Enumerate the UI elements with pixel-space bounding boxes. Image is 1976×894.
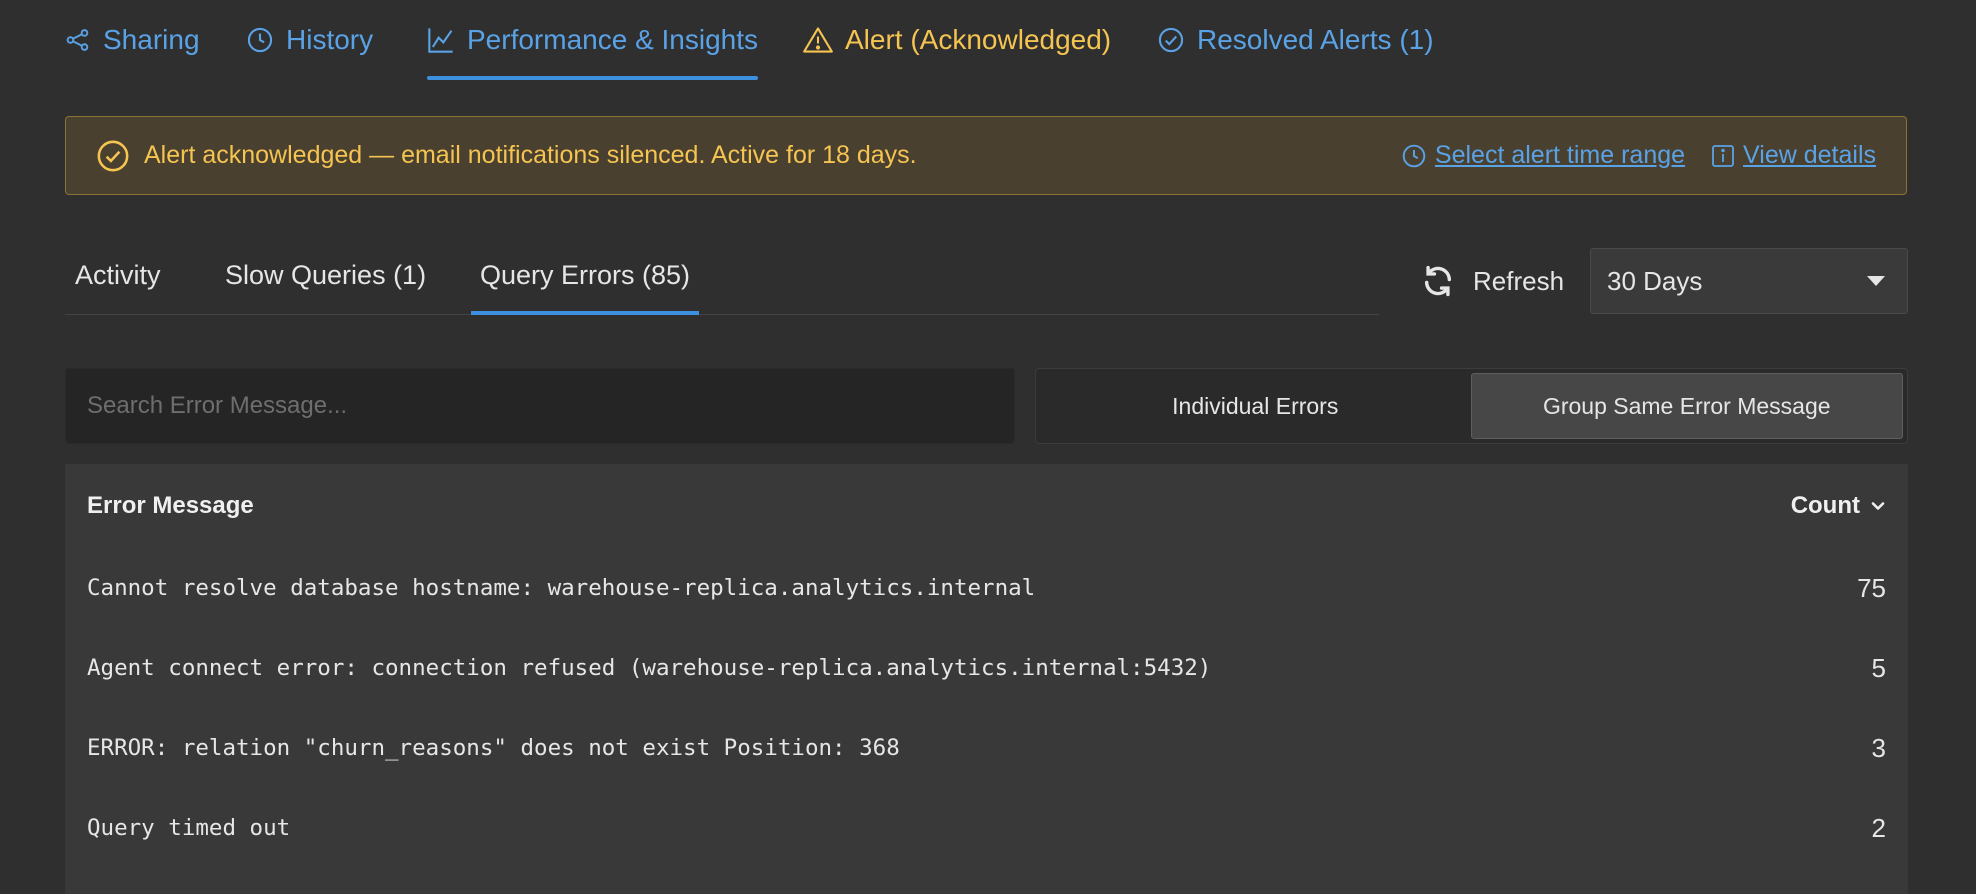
tab-performance-insights[interactable]: Performance & Insights xyxy=(427,0,759,80)
alert-banner: Alert acknowledged — email notifications… xyxy=(65,116,1907,195)
subtab-slow-queries-label: Slow Queries (1) xyxy=(225,259,427,290)
column-header-count[interactable]: Count xyxy=(1791,492,1886,520)
table-header: Error Message Count xyxy=(65,464,1908,548)
time-range-value: 30 Days xyxy=(1607,265,1703,296)
subtab-activity-label: Activity xyxy=(75,259,161,290)
tab-history-label: History xyxy=(286,24,374,55)
tab-alert[interactable]: Alert (Acknowledged) xyxy=(803,0,1111,80)
error-message-cell: ERROR: relation "churn_reasons" does not… xyxy=(87,735,900,761)
share-icon xyxy=(66,29,89,51)
error-count-cell: 75 xyxy=(1857,572,1886,603)
table-row[interactable]: Agent connect error: connection refused … xyxy=(65,628,1908,708)
subtab-query-errors[interactable]: Query Errors (85) xyxy=(471,236,700,315)
subtab-query-errors-label: Query Errors (85) xyxy=(480,259,691,290)
group-same-error-option[interactable]: Group Same Error Message xyxy=(1470,373,1903,439)
clock-icon xyxy=(1402,144,1426,167)
errors-table: Error Message Count Cannot resolve datab… xyxy=(65,464,1908,894)
error-count-cell: 5 xyxy=(1871,652,1886,683)
subtab-activity[interactable]: Activity xyxy=(75,236,161,314)
error-message-cell: Query timed out xyxy=(87,815,291,841)
tab-history[interactable]: History xyxy=(246,0,373,80)
error-grouping-toggle: Individual Errors Group Same Error Messa… xyxy=(1035,368,1908,444)
alert-message: Alert acknowledged — email notifications… xyxy=(144,141,917,169)
chart-icon xyxy=(428,28,453,53)
refresh-icon xyxy=(1424,265,1452,297)
chevron-down-icon xyxy=(1871,502,1885,510)
chevron-down-icon xyxy=(1867,276,1885,286)
tab-resolved-alerts[interactable]: Resolved Alerts (1) xyxy=(1157,0,1434,80)
refresh-button[interactable]: Refresh xyxy=(1421,248,1564,314)
page: Sharing History Performance & Insights A… xyxy=(65,0,1909,894)
top-nav: Sharing History Performance & Insights A… xyxy=(65,0,1909,83)
tab-resolved-label: Resolved Alerts (1) xyxy=(1197,24,1434,55)
view-details-label: View details xyxy=(1743,141,1876,169)
tab-performance-label: Performance & Insights xyxy=(467,24,759,55)
column-header-count-label: Count xyxy=(1790,492,1860,519)
select-alert-time-range-label: Select alert time range xyxy=(1434,141,1686,169)
info-icon xyxy=(1712,144,1734,167)
sub-tabs: Activity Slow Queries (1) Query Errors (… xyxy=(65,236,1379,315)
error-message-cell: Cannot resolve database hostname: wareho… xyxy=(87,575,1036,601)
tab-sharing[interactable]: Sharing xyxy=(65,0,200,80)
refresh-label: Refresh xyxy=(1473,265,1565,296)
tab-alert-label: Alert (Acknowledged) xyxy=(845,24,1112,55)
table-row[interactable]: ERROR: relation "churn_reasons" does not… xyxy=(65,708,1908,788)
individual-errors-option[interactable]: Individual Errors xyxy=(1040,373,1471,439)
tab-sharing-label: Sharing xyxy=(103,24,200,55)
table-row[interactable]: Query timed out 2 xyxy=(65,788,1908,868)
column-header-error-message: Error Message xyxy=(87,492,254,519)
table-row[interactable]: Cannot resolve database hostname: wareho… xyxy=(65,548,1908,628)
check-circle-icon xyxy=(97,140,129,171)
error-message-cell: Agent connect error: connection refused … xyxy=(87,655,1212,681)
error-count-cell: 3 xyxy=(1871,732,1886,763)
select-alert-time-range-link[interactable]: Select alert time range xyxy=(1401,141,1685,170)
subtab-slow-queries[interactable]: Slow Queries (1) xyxy=(225,236,426,314)
search-error-input[interactable] xyxy=(65,368,1015,444)
error-count-cell: 2 xyxy=(1871,812,1886,843)
banner-links: Select alert time range View details xyxy=(1401,141,1876,170)
clock-icon xyxy=(247,27,273,53)
warning-icon xyxy=(803,27,833,53)
view-details-link[interactable]: View details xyxy=(1711,141,1876,170)
time-range-select[interactable]: 30 Days xyxy=(1590,248,1908,314)
check-circle-icon xyxy=(1158,27,1184,53)
